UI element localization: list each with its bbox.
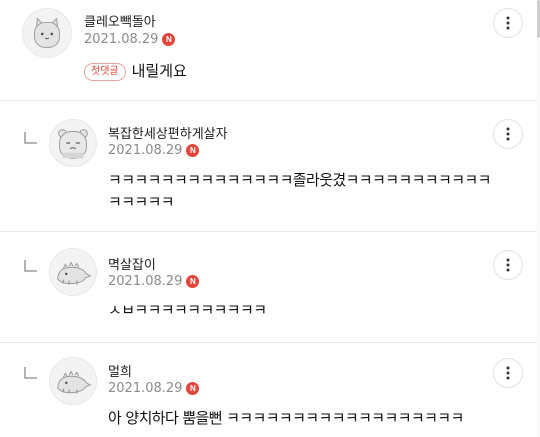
comment-date: 2021.08.29 bbox=[108, 381, 183, 396]
more-options-button[interactable] bbox=[493, 8, 523, 38]
comment-text-line: ㅋㅋㅋㅋㅋ bbox=[108, 193, 175, 211]
comment-date: 2021.08.29 bbox=[108, 143, 183, 158]
comment-meta: 2021.08.29 N bbox=[108, 143, 200, 158]
dinosaur-avatar-icon[interactable] bbox=[49, 248, 97, 296]
comment-nickname[interactable]: 멱살잡이 bbox=[108, 254, 156, 273]
comment-text: ㅅㅂㅋㅋㅋㅋㅋㅋㅋㅋㅋㅋ bbox=[108, 301, 267, 319]
comment-nickname[interactable]: 멀희 bbox=[108, 361, 132, 380]
more-options-button[interactable] bbox=[493, 250, 523, 280]
reply-comment-item: 멱살잡이 2021.08.29 N ㅅㅂㅋㅋㅋㅋㅋㅋㅋㅋㅋㅋ bbox=[0, 232, 540, 342]
comment-text-content: 내릴게요 bbox=[131, 62, 187, 80]
first-comment-badge: 첫댓글 bbox=[84, 63, 126, 81]
comment-text: 아 양치하다 뿜을뻔 ㅋㅋㅋㅋㅋㅋㅋㅋㅋㅋㅋㅋㅋㅋㅋㅋㅋㅋ bbox=[108, 409, 464, 427]
comment-date: 2021.08.29 bbox=[108, 274, 183, 289]
comment-meta: 2021.08.29 N bbox=[84, 32, 176, 47]
new-badge: N bbox=[186, 144, 200, 157]
comment-date: 2021.08.29 bbox=[84, 32, 159, 47]
comment-nickname[interactable]: 복잡한세상편하게살자 bbox=[108, 123, 228, 142]
more-options-button[interactable] bbox=[493, 119, 523, 149]
reply-arrow-icon bbox=[24, 132, 38, 144]
new-badge: N bbox=[162, 33, 176, 46]
dinosaur-avatar-icon[interactable] bbox=[49, 357, 97, 405]
new-badge: N bbox=[186, 275, 200, 288]
more-vertical-icon bbox=[506, 16, 510, 30]
reply-comment-item: 복잡한세상편하게살자 2021.08.29 N ㅋㅋㅋㅋㅋㅋㅋㅋㅋㅋㅋㅋㅋㅋ졸라… bbox=[0, 101, 540, 231]
comment-text-line: ㅋㅋㅋㅋㅋㅋㅋㅋㅋㅋㅋㅋㅋㅋ졸라웃겼ㅋㅋㅋㅋㅋㅋㅋㅋㅋㅋㅋ bbox=[108, 171, 491, 189]
more-vertical-icon bbox=[506, 366, 510, 380]
comment-nickname[interactable]: 클레오빽돌아 bbox=[84, 11, 156, 30]
sleepy-bear-avatar-icon[interactable] bbox=[49, 119, 97, 167]
more-vertical-icon bbox=[506, 127, 510, 141]
new-badge: N bbox=[186, 382, 200, 395]
comment-meta: 2021.08.29 N bbox=[108, 381, 200, 396]
more-options-button[interactable] bbox=[493, 358, 523, 388]
cat-avatar-icon[interactable] bbox=[22, 8, 72, 58]
comment-item: 클레오빽돌아 2021.08.29 N 첫댓글 내릴게요 bbox=[0, 0, 540, 100]
reply-arrow-icon bbox=[24, 367, 38, 379]
comment-text: 첫댓글 내릴게요 bbox=[84, 60, 187, 82]
more-vertical-icon bbox=[506, 258, 510, 272]
reply-comment-item: 멀희 2021.08.29 N 아 양치하다 뿜을뻔 ㅋㅋㅋㅋㅋㅋㅋㅋㅋㅋㅋㅋㅋ… bbox=[0, 343, 540, 437]
reply-arrow-icon bbox=[24, 260, 38, 272]
comment-meta: 2021.08.29 N bbox=[108, 274, 200, 289]
